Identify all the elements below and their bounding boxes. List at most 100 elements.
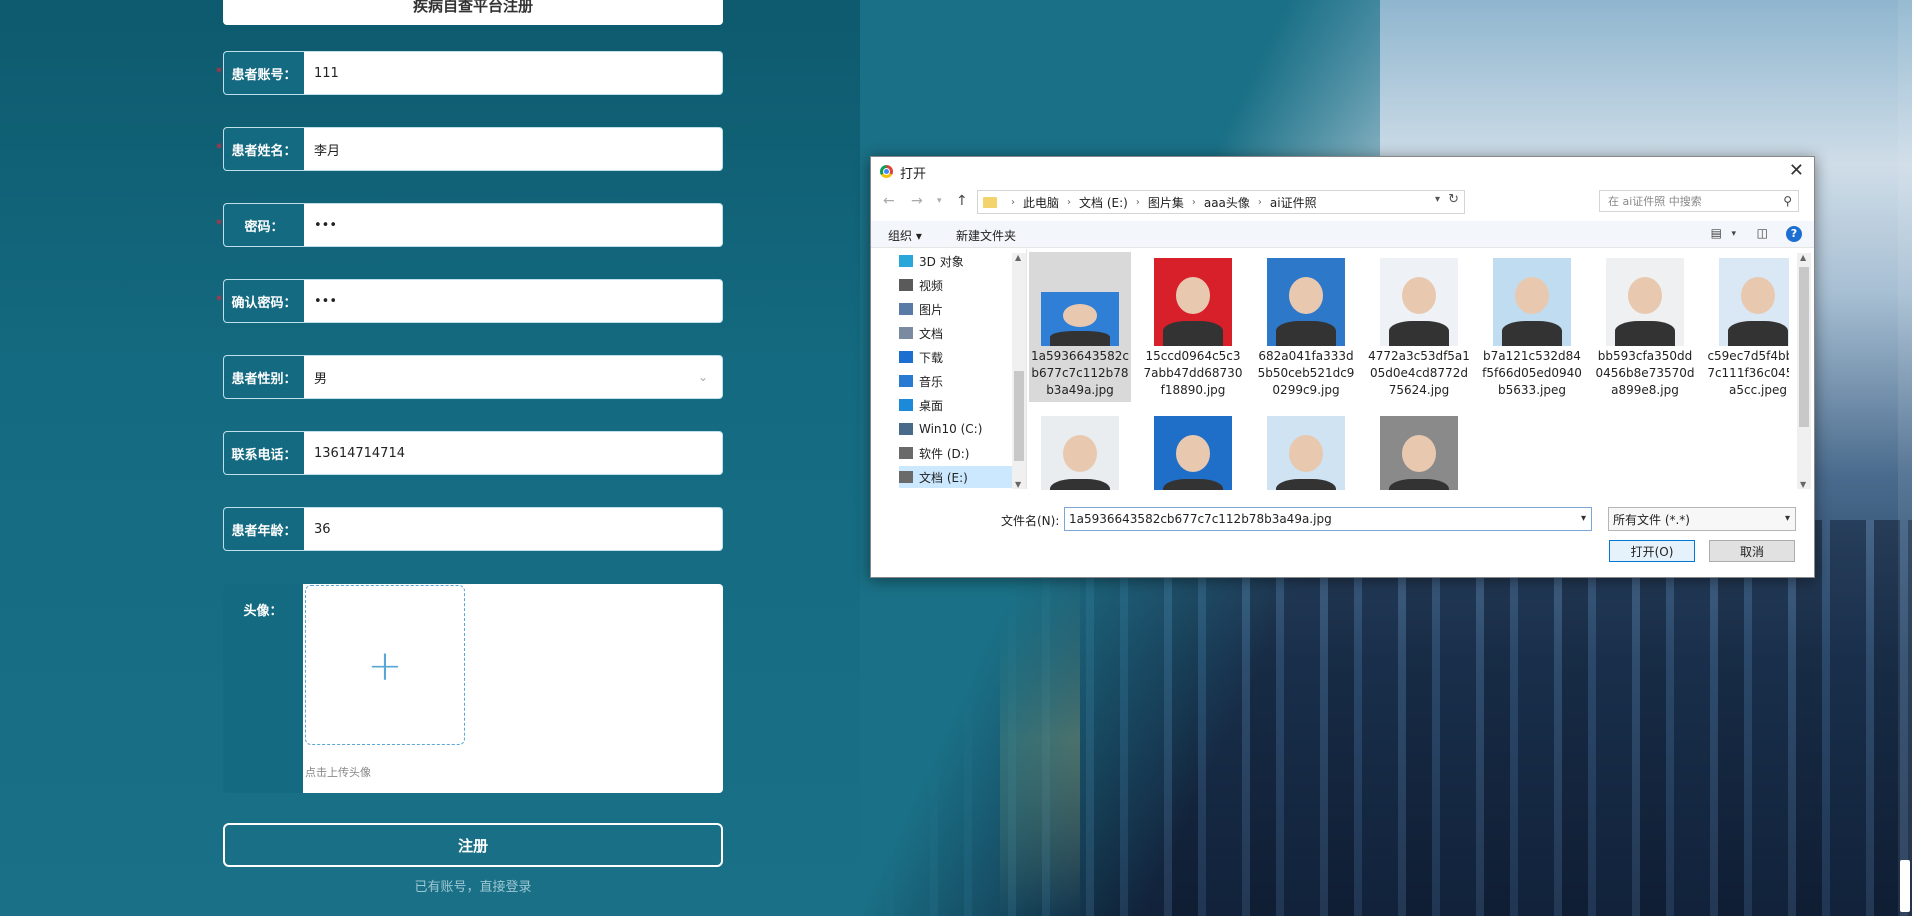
file-item[interactable]: bb593cfa350dd0456b8e73570da899e8.jpg [1594,252,1696,402]
file-item[interactable]: 1a5936643582cb677c7c112b78b3a49a.jpg [1029,252,1131,402]
breadcrumb-separator: › [1067,196,1072,208]
tree-item[interactable]: 文档 (E:) [899,466,1019,488]
image-thumbnail [1154,416,1232,490]
folder-icon [899,279,913,291]
scroll-down-icon[interactable]: ▼ [1015,480,1021,489]
recent-dropdown-icon[interactable]: ▾ [937,196,942,206]
chevron-down-icon[interactable]: ▾ [1785,513,1790,524]
tree-item-label: 3D 对象 [919,254,964,269]
chevron-down-icon[interactable]: ▾ [1581,513,1586,524]
new-folder-button[interactable]: 新建文件夹 [956,227,1016,244]
image-thumbnail [1606,258,1684,346]
field-label: 确认密码： [224,280,304,322]
portrait-body-shape [1276,479,1336,490]
chevron-down-icon[interactable]: ⌄ [698,370,708,384]
forward-arrow-icon[interactable]: → [911,193,923,209]
file-item[interactable]: b7a121c532d84f5f66d05ed0940b5633.jpeg [1481,252,1583,402]
folder-icon [899,327,913,339]
folder-icon [899,399,913,411]
tree-item[interactable]: 桌面 [899,394,1019,416]
file-item[interactable] [1029,410,1131,490]
file-list-scrollbar[interactable]: ▲ ▼ [1797,253,1811,489]
tree-item[interactable]: 音乐 [899,370,1019,392]
page-scrollbar[interactable] [1898,0,1912,916]
folder-icon [899,255,913,267]
tree-item[interactable]: 软件 (D:) [899,442,1019,464]
file-list-scrollbar-thumb[interactable] [1799,267,1809,427]
file-item[interactable]: 682a041fa333d5b50ceb521dc90299c9.jpg [1255,252,1357,402]
address-dropdown-icon[interactable]: ▾ [1435,194,1440,205]
portrait-shape [1175,277,1211,315]
refresh-icon[interactable]: ↻ [1448,192,1459,207]
tree-scrollbar-thumb[interactable] [1014,371,1024,461]
close-icon[interactable]: ✕ [1789,160,1804,181]
avatar-row: 头像： + 点击上传头像 [223,584,723,793]
back-arrow-icon[interactable]: ← [883,193,895,209]
open-button[interactable]: 打开(O) [1609,540,1695,562]
image-thumbnail [1493,258,1571,346]
portrait-body-shape [1050,330,1110,346]
field-input[interactable]: ••• [314,280,337,322]
breadcrumb-item[interactable]: aaa头像 [1204,194,1250,211]
search-icon[interactable]: ⚲ [1783,194,1792,208]
portrait-shape [1062,435,1098,473]
organize-menu[interactable]: 组织 ▾ [888,227,922,244]
field-input[interactable]: ••• [314,204,337,246]
page-scrollbar-thumb[interactable] [1900,860,1910,912]
field-input[interactable]: 李月 [314,128,340,170]
tree-item-label: 文档 (E:) [919,470,968,485]
field-label: 患者姓名： [224,128,304,170]
file-item[interactable]: c59ec7d5f4bb277c111f36c045dba5cc.jpeg [1707,252,1789,402]
field-input[interactable]: 111 [314,52,339,94]
search-input[interactable]: 在 ai证件照 中搜索 ⚲ [1599,190,1799,212]
tree-item[interactable]: Win10 (C:) [899,418,1019,440]
scroll-up-icon[interactable]: ▲ [1800,253,1806,262]
field-input[interactable]: 36 [314,508,331,550]
breadcrumb-item[interactable]: ai证件照 [1270,194,1317,211]
view-dropdown-icon[interactable]: ▾ [1731,229,1736,239]
tree-item[interactable]: 文档 [899,322,1019,344]
form-row: 联系电话： 13614714714 [223,431,723,475]
breadcrumb-item[interactable]: 文档 (E:) [1079,194,1128,211]
preview-pane-icon[interactable]: ◫ [1757,226,1768,240]
image-thumbnail [1267,416,1345,490]
avatar-label: 头像： [223,584,303,793]
dialog-toolbar: 组织 ▾ 新建文件夹 ▤ ▾ ◫ ? [871,221,1814,248]
scroll-up-icon[interactable]: ▲ [1015,253,1021,262]
tree-item-label: 桌面 [919,398,944,413]
register-button[interactable]: 注册 [223,823,723,867]
address-bar[interactable]: › 此电脑 › 文档 (E:) › 图片集 › aaa头像 › ai证件照 ▾ … [977,190,1465,214]
filename-input[interactable]: 1a5936643582cb677c7c112b78b3a49a.jpg ▾ [1064,507,1592,531]
filetype-select[interactable]: 所有文件 (*.*) ▾ [1608,507,1796,531]
help-icon[interactable]: ? [1786,226,1802,242]
field-label: 患者账号： [224,52,304,94]
tree-item[interactable]: 下载 [899,346,1019,368]
upload-hint: 点击上传头像 [305,766,371,779]
up-arrow-icon[interactable]: ↑ [956,193,968,209]
file-item[interactable]: 4772a3c53df5a105d0e4cd8772d75624.jpg [1368,252,1470,402]
portrait-shape [1514,277,1550,315]
field-label: 患者年龄： [224,508,304,550]
folder-icon [899,303,913,315]
breadcrumb-item[interactable]: 图片集 [1148,194,1184,211]
scroll-down-icon[interactable]: ▼ [1800,480,1806,489]
avatar-upload-box[interactable]: + [305,585,465,745]
tree-item[interactable]: 视频 [899,274,1019,296]
file-list: 1a5936643582cb677c7c112b78b3a49a.jpg 15cc… [1029,252,1789,490]
cancel-button[interactable]: 取消 [1709,540,1795,562]
file-name: 4772a3c53df5a105d0e4cd8772d75624.jpg [1368,349,1470,397]
tree-item[interactable]: 3D 对象 [899,250,1019,272]
tree-scrollbar[interactable]: ▲ ▼ [1012,253,1026,489]
field-input[interactable]: 13614714714 [314,432,405,474]
file-item[interactable]: 15ccd0964c5c37abb47dd68730f18890.jpg [1142,252,1244,402]
file-item[interactable] [1142,410,1244,490]
view-icon[interactable]: ▤ [1711,226,1722,240]
folder-icon [899,351,913,363]
field-input[interactable]: 男 [314,356,327,398]
breadcrumb-item[interactable]: 此电脑 [1023,194,1059,211]
tree-item[interactable]: 图片 [899,298,1019,320]
field-label: 联系电话： [224,432,304,474]
login-link[interactable]: 已有账号，直接登录 [223,876,723,895]
file-item[interactable] [1255,410,1357,490]
file-item[interactable] [1368,410,1470,490]
